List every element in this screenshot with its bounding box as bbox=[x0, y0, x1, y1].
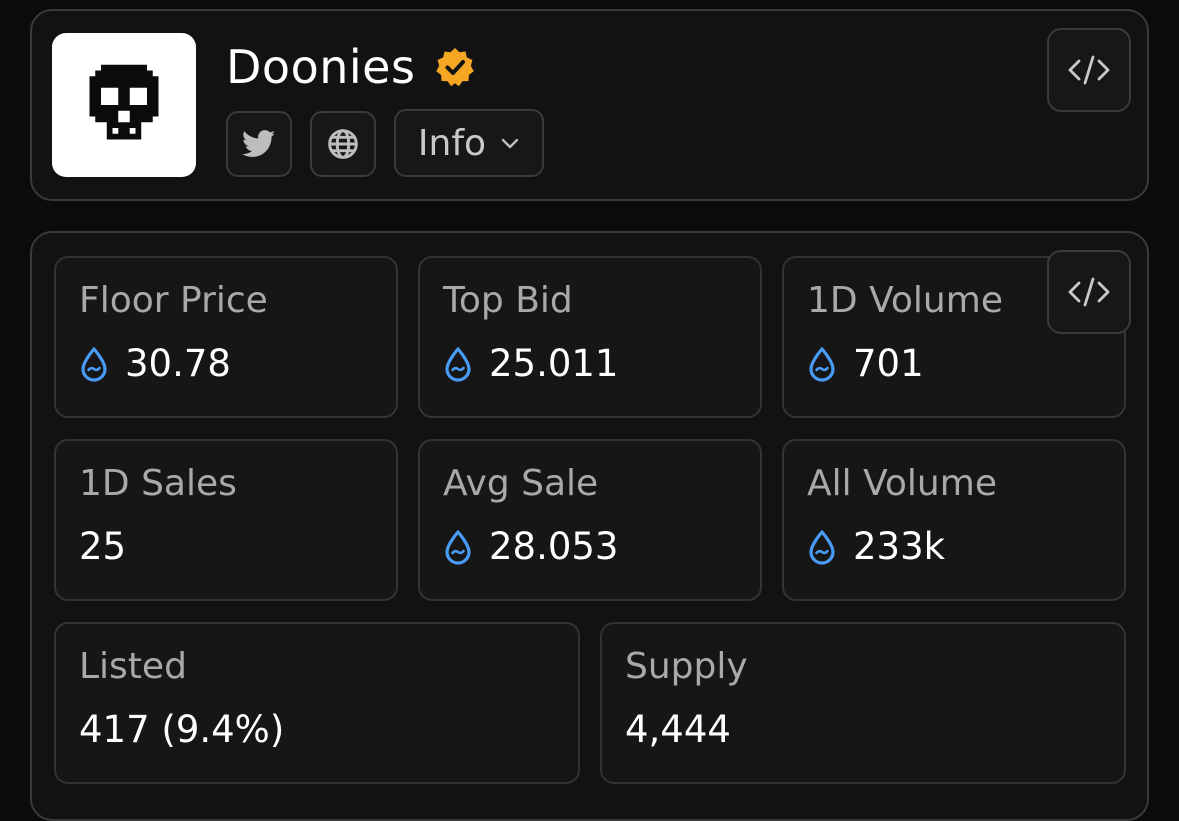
twitter-icon bbox=[242, 130, 276, 157]
verified-badge-icon bbox=[436, 48, 475, 87]
stat-label: Supply bbox=[625, 646, 748, 687]
info-label: Info bbox=[417, 122, 487, 164]
stat-label: 1D Sales bbox=[79, 463, 237, 504]
stat-value: 233k bbox=[853, 525, 946, 568]
website-button[interactable] bbox=[310, 111, 376, 177]
stat-label: Avg Sale bbox=[443, 463, 599, 504]
code-icon bbox=[1068, 277, 1110, 307]
stat-label: Top Bid bbox=[443, 280, 573, 321]
embed-code-button[interactable] bbox=[1047, 28, 1131, 112]
info-dropdown-button[interactable]: Info bbox=[394, 109, 544, 177]
chevron-down-icon bbox=[501, 138, 519, 149]
stat-label: Listed bbox=[79, 646, 187, 687]
code-icon bbox=[1068, 55, 1110, 85]
twitter-button[interactable] bbox=[226, 111, 292, 177]
collection-logo bbox=[52, 33, 196, 177]
stat-value: 417 (9.4%) bbox=[79, 708, 285, 751]
stat-value: 701 bbox=[853, 342, 924, 385]
stat-value: 30.78 bbox=[125, 342, 231, 385]
collection-header-card: Doonies Info bbox=[30, 9, 1149, 201]
sui-drop-icon bbox=[809, 529, 835, 565]
stat-all-volume: All Volume 233k bbox=[782, 439, 1126, 601]
sui-drop-icon bbox=[81, 346, 107, 382]
stat-label: Floor Price bbox=[79, 280, 268, 321]
stat-floor-price: Floor Price 30.78 bbox=[54, 256, 398, 418]
globe-icon bbox=[328, 129, 358, 159]
skull-icon bbox=[89, 64, 159, 140]
collection-title: Doonies bbox=[226, 40, 416, 94]
stat-avg-sale: Avg Sale 28.053 bbox=[418, 439, 762, 601]
embed-code-button[interactable] bbox=[1047, 250, 1131, 334]
stat-top-bid: Top Bid 25.011 bbox=[418, 256, 762, 418]
stat-label: 1D Volume bbox=[807, 280, 1003, 321]
stat-label: All Volume bbox=[807, 463, 997, 504]
stat-value: 4,444 bbox=[625, 708, 731, 751]
stat-supply: Supply 4,444 bbox=[600, 622, 1126, 784]
sui-drop-icon bbox=[445, 346, 471, 382]
stat-listed: Listed 417 (9.4%) bbox=[54, 622, 580, 784]
stat-1d-sales: 1D Sales 25 bbox=[54, 439, 398, 601]
collection-stats-card: Floor Price 30.78 Top Bid 25.011 1D Volu… bbox=[30, 231, 1149, 821]
stat-value: 25.011 bbox=[489, 342, 619, 385]
stat-value: 25 bbox=[79, 525, 127, 568]
sui-drop-icon bbox=[445, 529, 471, 565]
stat-value: 28.053 bbox=[489, 525, 619, 568]
sui-drop-icon bbox=[809, 346, 835, 382]
